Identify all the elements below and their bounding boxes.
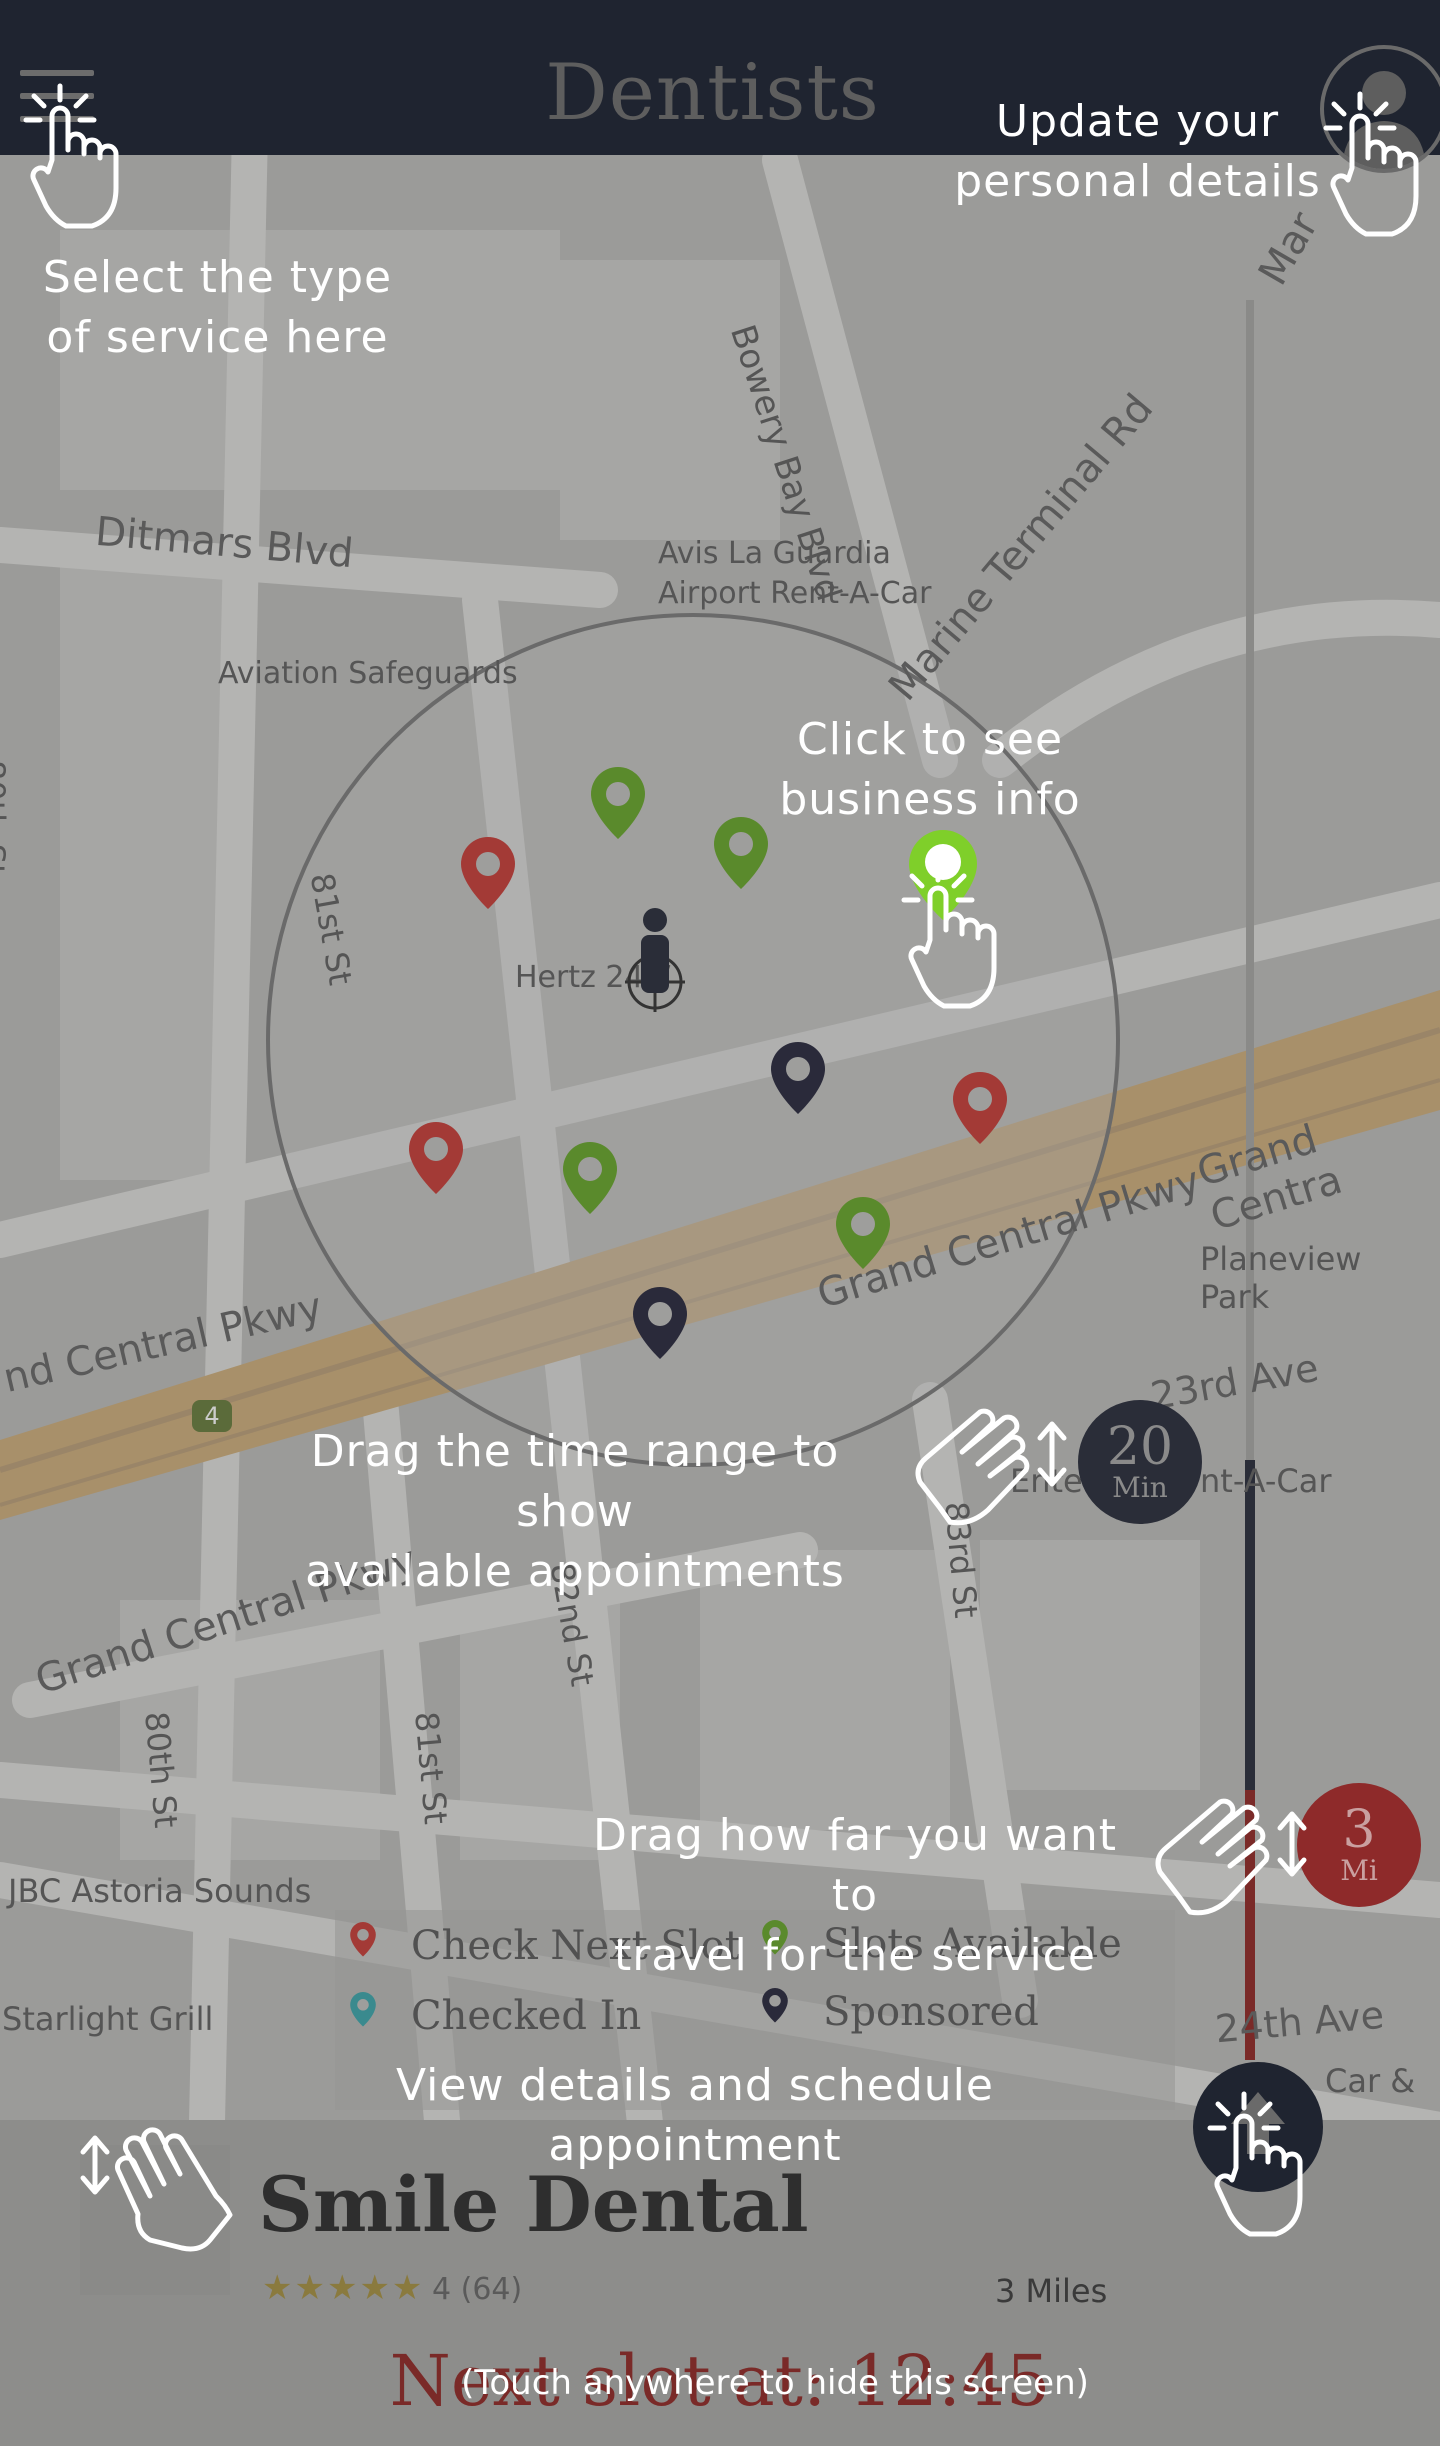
- drag-hand-icon: [80, 2127, 233, 2252]
- tap-hand-icon: [904, 866, 994, 1006]
- tap-hand-icon: [1210, 2094, 1300, 2234]
- drag-hand-icon: [1158, 1801, 1304, 1913]
- gesture-hints-layer: [0, 0, 1440, 2252]
- drag-hand-icon: [918, 1411, 1064, 1523]
- tap-hand-icon: [26, 86, 116, 226]
- tap-hand-icon: [1326, 94, 1416, 234]
